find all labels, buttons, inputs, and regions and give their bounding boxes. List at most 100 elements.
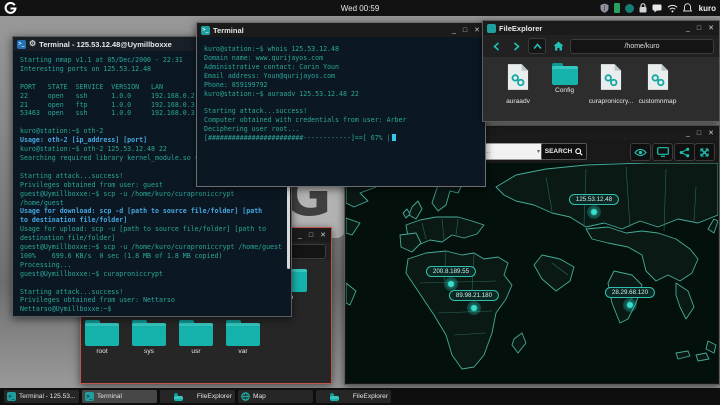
folder-icon [226, 320, 260, 346]
home-button[interactable] [550, 39, 566, 53]
pin-dot-icon [444, 277, 458, 291]
close-button[interactable]: ✕ [708, 129, 714, 137]
folder-app-icon [487, 23, 496, 33]
folder-item[interactable]: sys [126, 320, 172, 355]
terminal-icon: >_ [201, 25, 210, 35]
gear-icon[interactable]: ⚙ [29, 40, 36, 48]
item-label: sys [144, 348, 154, 355]
close-button[interactable]: ✕ [320, 231, 326, 239]
terminal-line: 100% 699.6 KB/s 0 sec (1.8 MB of 1.8 MB … [20, 251, 223, 260]
minimize-button[interactable]: _ [686, 130, 690, 137]
taskbar-item-terminal[interactable]: >_ Terminal [82, 390, 157, 403]
item-label: customnmap [638, 98, 677, 105]
share-button[interactable] [674, 143, 695, 161]
status-dot-icon[interactable] [624, 3, 634, 13]
pin-ip-label: 200.8.189.55 [425, 266, 477, 277]
taskbar: >_ Terminal - 125.53... >_ Terminal FileExpl… [0, 388, 720, 405]
monitor-icon [656, 147, 669, 157]
network-activity-icon[interactable] [613, 3, 620, 13]
minimize-button[interactable]: _ [452, 27, 456, 34]
folder-item[interactable]: usr [173, 320, 219, 355]
home-icon [553, 41, 563, 51]
pin-ip-label: 89.98.21.180 [448, 290, 500, 301]
home-explorer-title: FileExplorer [499, 23, 543, 33]
taskbar-item-map[interactable]: Map [238, 390, 313, 403]
terminal-line: kuro@station:~$ auraadv 125.53.12.48 22 [204, 89, 359, 98]
back-button[interactable] [488, 39, 504, 53]
terminal-line: Phone: 859199792 [204, 80, 268, 89]
chevron-down-icon: ▾ [536, 149, 540, 155]
username[interactable]: kuro [699, 4, 716, 13]
shield-icon[interactable] [600, 3, 609, 13]
item-label: Config [554, 87, 575, 94]
connections-button[interactable] [694, 143, 715, 161]
maximize-button[interactable]: □ [309, 232, 313, 239]
terminal-line: guest@Uymillboxxe:~$ scp -u /home/kuro/c… [20, 189, 235, 198]
chat-icon[interactable] [652, 4, 662, 13]
terminal-icon: >_ [85, 392, 94, 401]
file-item[interactable]: auraadv [495, 63, 541, 105]
taskbar-item-label: Terminal [97, 393, 122, 400]
maximize-button[interactable]: □ [463, 27, 467, 34]
close-button[interactable]: ✕ [474, 26, 480, 34]
terminal-line: Usage for download: scp -d [path to sour… [20, 207, 263, 216]
taskbar-item-fileexplorer[interactable]: FileExplorer [160, 390, 235, 403]
pin-dot-icon [467, 301, 481, 315]
search-button-label: SEARCH [544, 148, 573, 155]
taskbar-item-label: Map [253, 393, 266, 400]
share-icon [679, 147, 690, 157]
folder-item[interactable]: var [220, 320, 266, 355]
maximize-button[interactable]: □ [697, 130, 701, 137]
minimize-button[interactable]: _ [686, 25, 690, 32]
terminal-line: Administrative contact: Carin Youn [204, 62, 339, 71]
terminal-line: Nettarso@Uymillboxxe:~$ [20, 305, 112, 314]
folder-item[interactable]: Config [542, 63, 588, 94]
terminal-line: kuro@station:~$ whois 125.53.12.48 [204, 45, 339, 53]
terminal-mid-title: Terminal [213, 25, 244, 35]
home-explorer-window: FileExplorer _ □ ✕ /home/kuro auraadv Con… [482, 20, 720, 122]
folder-item[interactable]: root [79, 320, 125, 355]
close-button[interactable]: ✕ [708, 24, 714, 32]
cursor [391, 134, 396, 142]
terminal-line: Privileges obtained from user: Nettarso [20, 296, 175, 305]
up-button[interactable] [528, 38, 546, 54]
binary-file-icon [600, 64, 622, 90]
terminal-mid-titlebar[interactable]: >_ Terminal _ □ ✕ [197, 23, 485, 37]
binary-file-icon [647, 64, 668, 90]
minimize-button[interactable]: _ [298, 232, 302, 239]
folder-icon [132, 320, 166, 346]
pin-dot-icon [587, 205, 601, 219]
terminal-icon: >_ [17, 39, 26, 49]
maximize-button[interactable]: □ [697, 25, 701, 32]
map-search-button[interactable]: SEARCH [541, 143, 587, 160]
item-label: auraadv [506, 98, 530, 105]
folder-icon [329, 392, 339, 401]
notification-bell-icon[interactable] [682, 3, 692, 13]
folder-icon [551, 63, 578, 85]
file-item[interactable]: customnmap [635, 63, 681, 105]
eye-button[interactable] [630, 143, 651, 161]
world-map-svg [346, 163, 718, 370]
terminal-line: Domain name: www.qurijayos.com [204, 53, 324, 62]
world-map[interactable]: 125.53.12.48 200.8.189.55 89.98.21.180 28.2… [346, 163, 718, 383]
home-explorer-content: auraadv Config curaproniccry... customnmap [483, 57, 719, 121]
remote-desktop-button[interactable] [652, 143, 673, 161]
binary-file-icon [507, 64, 529, 90]
wifi-icon[interactable] [667, 4, 678, 13]
terminal-line: Starting attack...success! [20, 287, 124, 296]
terminal-line: to destination file/folder] [20, 216, 128, 225]
item-label: usr [191, 348, 201, 355]
terminal-left-title: Terminal - 125.53.12.48@Uymillboxxe [39, 39, 172, 49]
taskbar-item-terminal[interactable]: >_ Terminal - 125.53... [4, 390, 79, 403]
taskbar-item-fileexplorer[interactable]: FileExplorer [316, 390, 391, 403]
home-explorer-titlebar[interactable]: FileExplorer _ □ ✕ [483, 21, 719, 35]
terminal-mid-body[interactable]: kuro@station:~$ whois 125.53.12.48 Domain… [197, 37, 485, 186]
lock-icon[interactable] [639, 3, 647, 13]
forward-button[interactable] [508, 39, 524, 53]
home-explorer-address-bar[interactable]: /home/kuro [570, 38, 714, 54]
chevron-up-icon [532, 42, 542, 49]
file-item[interactable]: curaproniccry... [588, 63, 634, 105]
taskbar-item-label: Terminal - 125.53... [19, 393, 76, 400]
cross-arrows-icon [700, 147, 709, 157]
